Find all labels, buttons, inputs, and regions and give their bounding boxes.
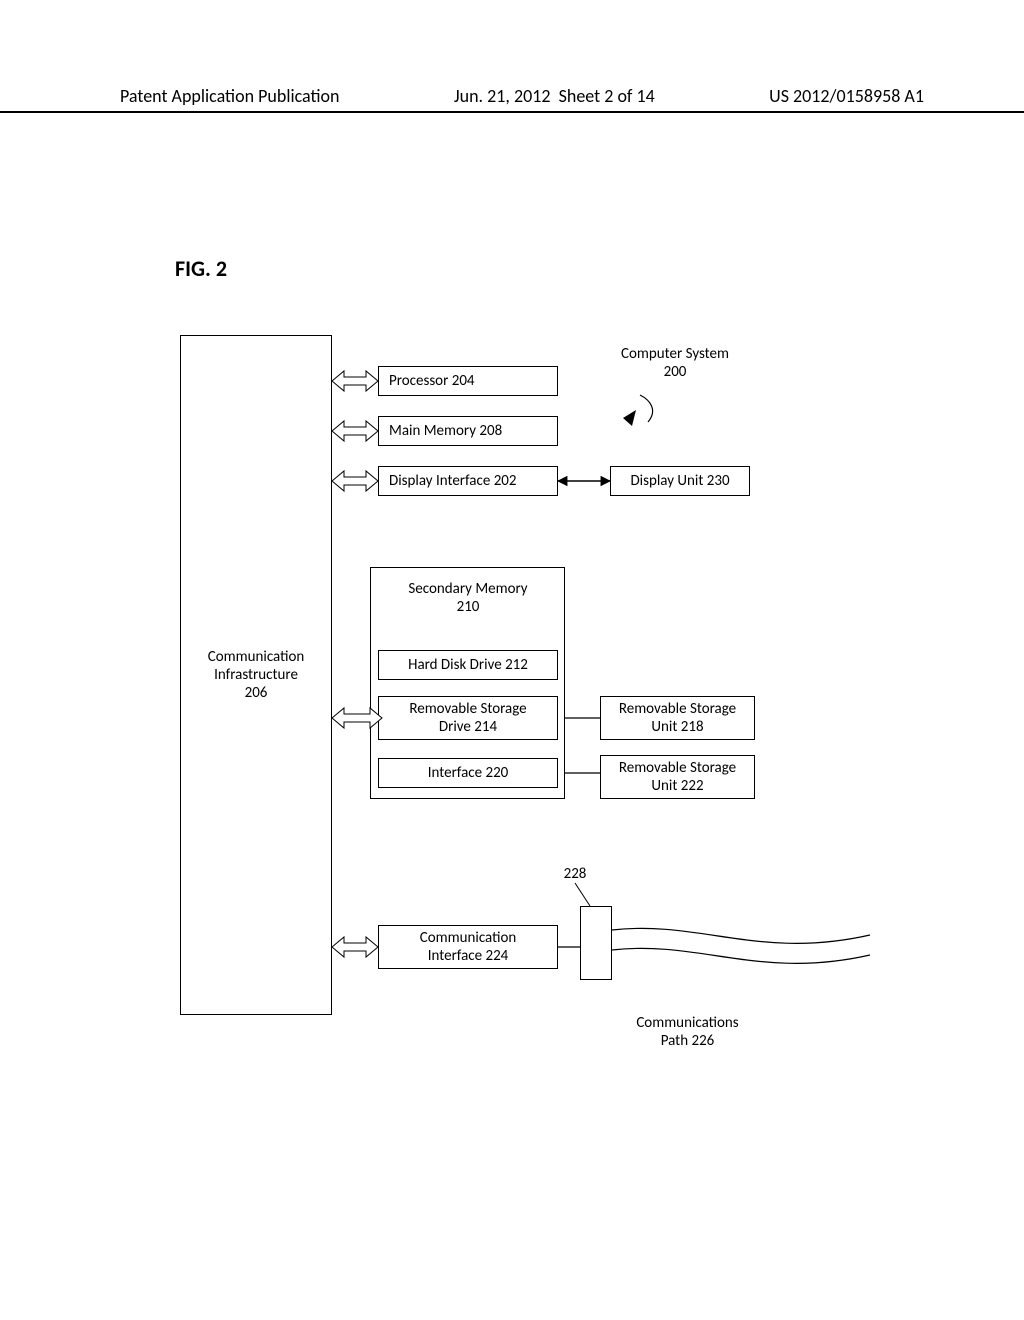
main-memory-box: Main Memory 208 bbox=[378, 416, 558, 446]
comm-path-box: Communications Path 226 bbox=[610, 1010, 765, 1054]
computer-system-label: Computer System 200 bbox=[600, 345, 750, 381]
header-left: Patent Application Publication bbox=[120, 85, 339, 107]
comm-infrastructure-box: Communication Infrastructure 206 bbox=[180, 335, 332, 1015]
comm-interface-box: Communication Interface 224 bbox=[378, 925, 558, 969]
figure-label: FIG. 2 bbox=[175, 255, 227, 282]
header-center: Jun. 21, 2012 Sheet 2 of 14 bbox=[454, 85, 655, 107]
hard-disk-label: Hard Disk Drive 212 bbox=[408, 656, 528, 674]
display-interface-label: Display Interface 202 bbox=[389, 472, 517, 490]
processor-box: Processor 204 bbox=[378, 366, 558, 396]
ref-228-box bbox=[580, 906, 612, 980]
display-unit-box: Display Unit 230 bbox=[610, 466, 750, 496]
processor-label: Processor 204 bbox=[389, 372, 475, 390]
secondary-memory-label: Secondary Memory 210 bbox=[378, 580, 558, 616]
removable-drive-label: Removable Storage Drive 214 bbox=[409, 700, 526, 736]
display-unit-label: Display Unit 230 bbox=[630, 472, 729, 490]
header-right: US 2012/0158958 A1 bbox=[769, 85, 924, 107]
removable-unit-218-box: Removable Storage Unit 218 bbox=[600, 696, 755, 740]
comm-infrastructure-label: Communication Infrastructure 206 bbox=[208, 648, 305, 702]
removable-unit-222-box: Removable Storage Unit 222 bbox=[600, 755, 755, 799]
display-interface-box: Display Interface 202 bbox=[378, 466, 558, 496]
comm-interface-label: Communication Interface 224 bbox=[420, 929, 517, 965]
removable-unit-218-label: Removable Storage Unit 218 bbox=[619, 700, 736, 736]
removable-unit-222-label: Removable Storage Unit 222 bbox=[619, 759, 736, 795]
hard-disk-box: Hard Disk Drive 212 bbox=[378, 650, 558, 680]
interface-box: Interface 220 bbox=[378, 758, 558, 788]
ref-228-label: 228 bbox=[555, 865, 595, 883]
interface-label: Interface 220 bbox=[428, 764, 509, 782]
removable-drive-box: Removable Storage Drive 214 bbox=[378, 696, 558, 740]
page-header: Patent Application Publication Jun. 21, … bbox=[0, 85, 1024, 113]
comm-path-label: Communications Path 226 bbox=[636, 1014, 738, 1050]
main-memory-label: Main Memory 208 bbox=[389, 422, 502, 440]
